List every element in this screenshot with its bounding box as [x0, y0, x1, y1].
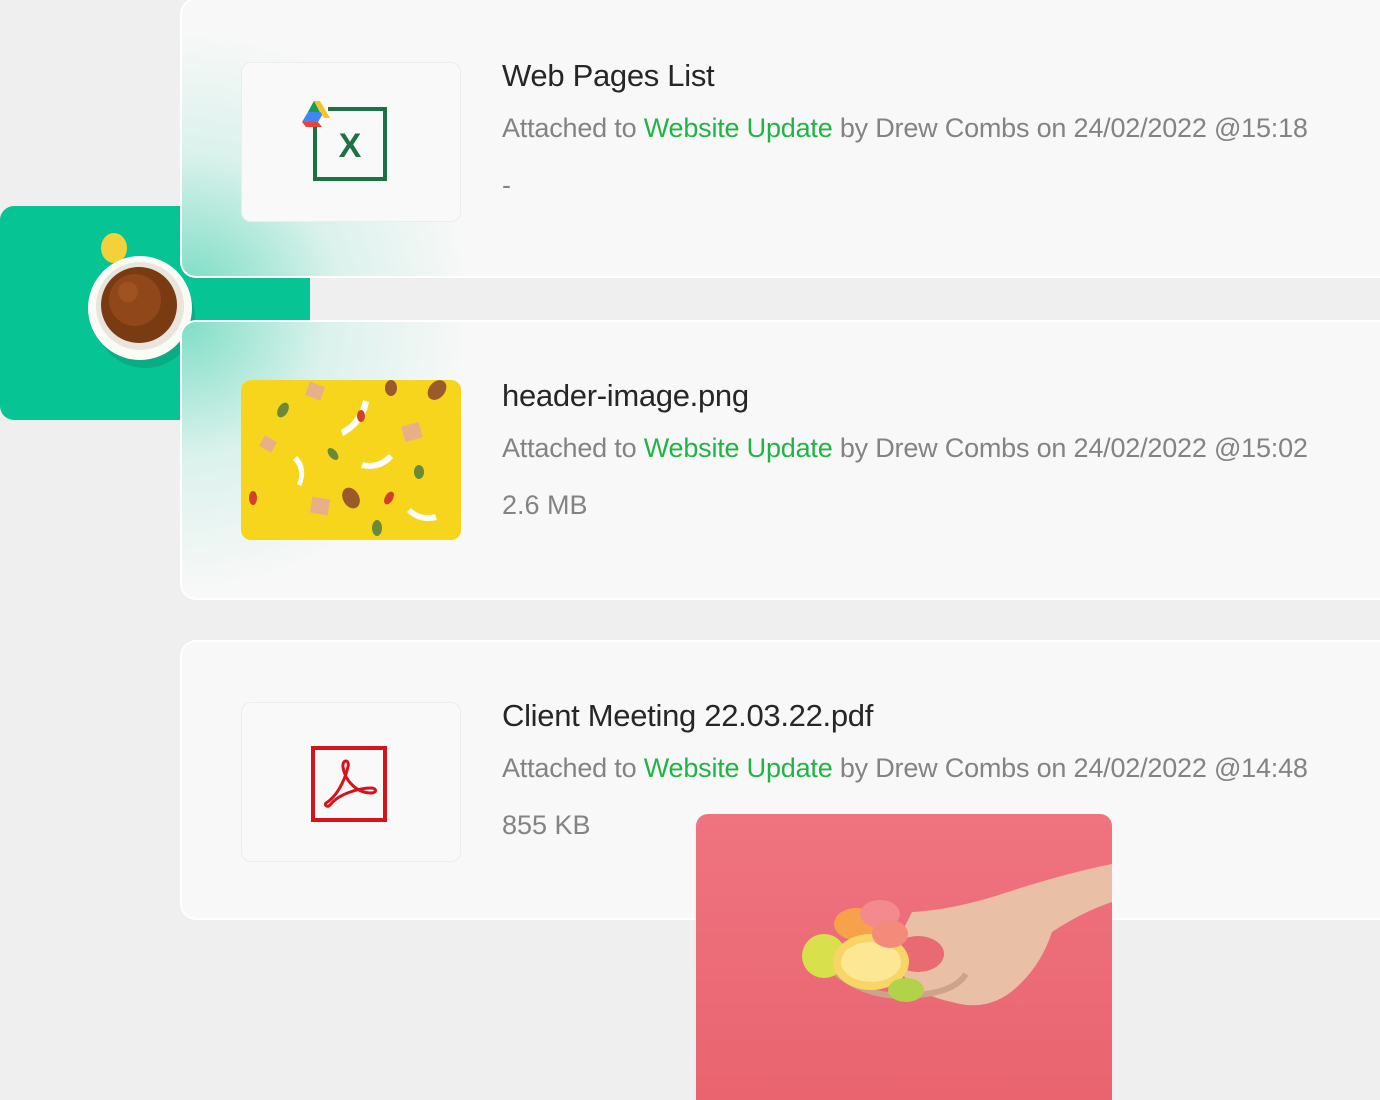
file-attached-info: Attached to Website Update by Drew Combs… [502, 433, 1308, 464]
file-attached-info: Attached to Website Update by Drew Combs… [502, 113, 1308, 144]
pdf-icon[interactable] [241, 702, 461, 862]
yellow-snacks-photo[interactable] [241, 380, 461, 540]
attached-suffix: by Drew Combs on 24/02/2022 @15:02 [839, 433, 1308, 463]
file-size: 2.6 MB [502, 490, 588, 520]
file-name[interactable]: Client Meeting 22.03.22.pdf [502, 698, 873, 734]
attached-suffix: by Drew Combs on 24/02/2022 @15:18 [839, 113, 1308, 143]
file-size: - [502, 170, 511, 200]
project-link[interactable]: Website Update [644, 433, 833, 463]
attached-prefix: Attached to [502, 433, 637, 463]
attached-prefix: Attached to [502, 753, 637, 783]
file-name[interactable]: Web Pages List [502, 58, 715, 94]
file-card[interactable]: header-image.png Attached to Website Upd… [180, 320, 1380, 600]
file-size: 855 KB [502, 810, 591, 840]
project-link[interactable]: Website Update [644, 753, 833, 783]
file-name[interactable]: header-image.png [502, 378, 749, 414]
project-link[interactable]: Website Update [644, 113, 833, 143]
file-attached-info: Attached to Website Update by Drew Combs… [502, 753, 1308, 784]
attached-suffix: by Drew Combs on 24/02/2022 @14:48 [839, 753, 1308, 783]
file-card[interactable]: X Web Pages List Attached to Website Upd… [180, 0, 1380, 278]
attached-prefix: Attached to [502, 113, 637, 143]
hand-candy-photo [696, 814, 1112, 1100]
svg-text:X: X [339, 127, 362, 165]
google-drive-excel-icon[interactable]: X [241, 62, 461, 222]
